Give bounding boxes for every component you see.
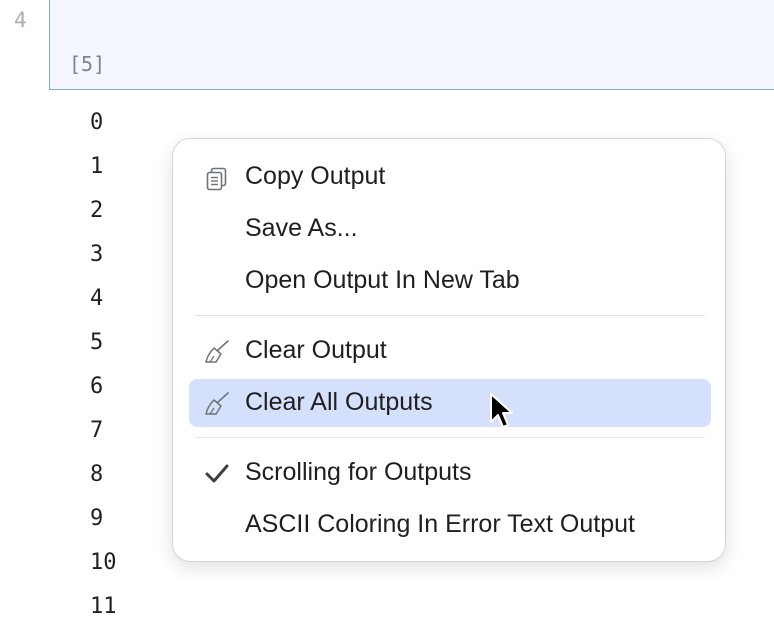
- output-line: 8: [90, 462, 104, 487]
- menu-item-open-output-in-new-tab[interactable]: Open Output In New Tab: [189, 257, 711, 305]
- broom-icon: [203, 339, 231, 365]
- menu-item-label: Clear Output: [245, 336, 387, 364]
- menu-item-clear-all-outputs[interactable]: Clear All Outputs: [189, 379, 711, 427]
- code-cell[interactable]: [49, 0, 774, 90]
- menu-item-scrolling-for-outputs[interactable]: Scrolling for Outputs: [189, 449, 711, 497]
- menu-item-label: Copy Output: [245, 162, 386, 190]
- execution-count: [5]: [69, 52, 106, 76]
- output-line: 3: [90, 242, 104, 267]
- checkmark-icon: [203, 461, 231, 487]
- output-line: 5: [90, 330, 104, 355]
- menu-item-label: ASCII Coloring In Error Text Output: [245, 510, 635, 538]
- output-line: 0: [90, 110, 104, 135]
- mouse-pointer-icon: [489, 392, 515, 432]
- copy-icon: [203, 165, 231, 191]
- menu-item-clear-output[interactable]: Clear Output: [189, 327, 711, 375]
- broom-icon: [203, 391, 231, 417]
- output-line: 4: [90, 286, 104, 311]
- output-line: 10: [90, 550, 117, 575]
- line-number: 4: [14, 8, 27, 32]
- menu-item-label: Open Output In New Tab: [245, 266, 520, 294]
- output-line: 6: [90, 374, 104, 399]
- context-menu: Copy Output Save As... Open Output In Ne…: [172, 138, 726, 562]
- menu-item-ascii-coloring[interactable]: ASCII Coloring In Error Text Output: [189, 501, 711, 549]
- output-line: 11: [90, 594, 117, 619]
- menu-separator: [195, 437, 705, 438]
- menu-item-save-as[interactable]: Save As...: [189, 205, 711, 253]
- output-line: 7: [90, 418, 104, 443]
- menu-item-label: Scrolling for Outputs: [245, 458, 472, 486]
- menu-item-label: Save As...: [245, 214, 358, 242]
- menu-separator: [195, 315, 705, 316]
- output-line: 1: [90, 154, 104, 179]
- menu-item-label: Clear All Outputs: [245, 388, 433, 416]
- cell-output: 0 1 2 3 4 5 6 7 8 9 10 11: [90, 108, 117, 636]
- output-line: 2: [90, 198, 104, 223]
- output-line: 9: [90, 506, 104, 531]
- menu-item-copy-output[interactable]: Copy Output: [189, 153, 711, 201]
